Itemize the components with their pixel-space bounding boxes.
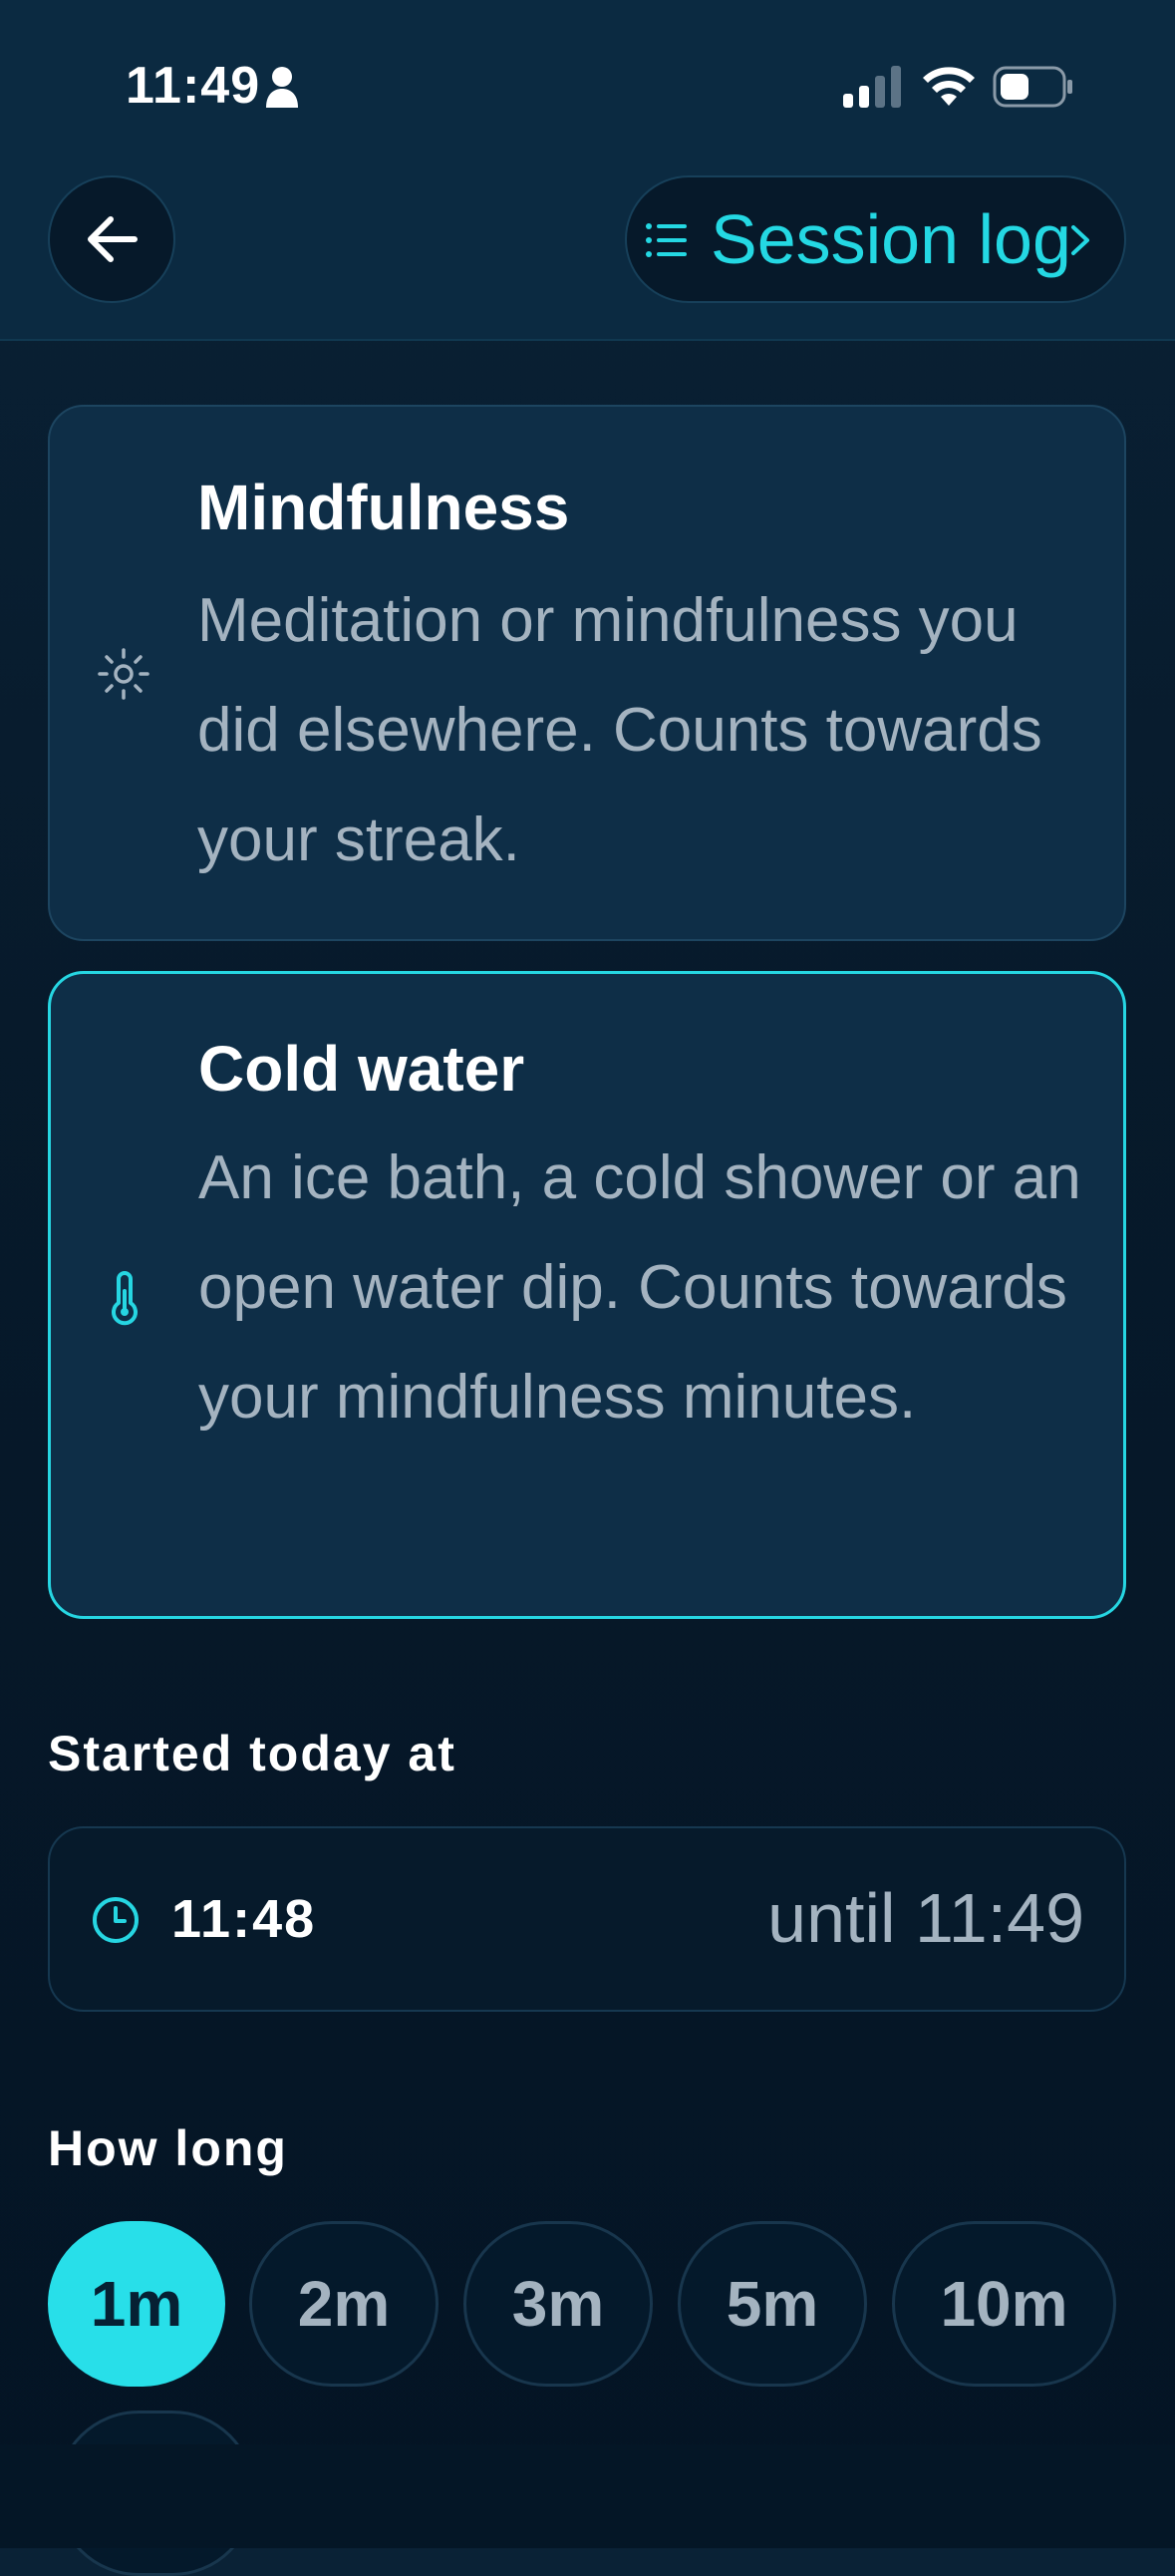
duration-label: How long [48, 2120, 288, 2176]
list-icon [646, 223, 687, 257]
status-bar: 11:49 [0, 0, 1175, 174]
session-log-label: Session log [711, 200, 1071, 278]
card-description: An ice bath, a cold shower or an open wa… [198, 1143, 1081, 1432]
start-time-value: 11:48 [171, 1889, 317, 1949]
end-time-value: until 11:49 [767, 1879, 1084, 1957]
wifi-icon [923, 67, 975, 106]
chevron-right-icon [1071, 225, 1089, 255]
back-button[interactable] [48, 175, 175, 303]
battery-icon [993, 66, 1072, 108]
duration-chip-2m[interactable]: 2m [249, 2221, 439, 2387]
card-title: Mindfulness [197, 472, 570, 543]
duration-chip-3m[interactable]: 3m [463, 2221, 653, 2387]
duration-chip-5m[interactable]: 5m [678, 2221, 867, 2387]
status-time: 11:49 [126, 57, 261, 115]
thermometer-icon [112, 1271, 138, 1326]
start-time-field[interactable]: 11:48 until 11:49 [48, 1826, 1126, 2012]
arrow-left-icon [88, 216, 138, 262]
duration-chip-10m[interactable]: 10m [892, 2221, 1116, 2387]
top-header: 11:49 Session log [0, 0, 1175, 341]
started-label: Started today at [48, 1726, 456, 1781]
sun-icon [98, 648, 149, 700]
card-description: Meditation or mindfulness you did elsewh… [197, 586, 1042, 874]
activity-card-mindfulness[interactable]: Mindfulness Meditation or mindfulness yo… [48, 405, 1126, 941]
card-title: Cold water [198, 1033, 525, 1105]
person-icon [266, 67, 298, 108]
cellular-signal-icon [843, 66, 901, 108]
duration-chip-1m[interactable]: 1m [48, 2221, 225, 2387]
bottom-fade [0, 2444, 1175, 2548]
clock-icon [93, 1897, 139, 1943]
activity-card-cold-water[interactable]: Cold water An ice bath, a cold shower or… [48, 971, 1126, 1619]
session-log-button[interactable]: Session log [625, 175, 1126, 303]
